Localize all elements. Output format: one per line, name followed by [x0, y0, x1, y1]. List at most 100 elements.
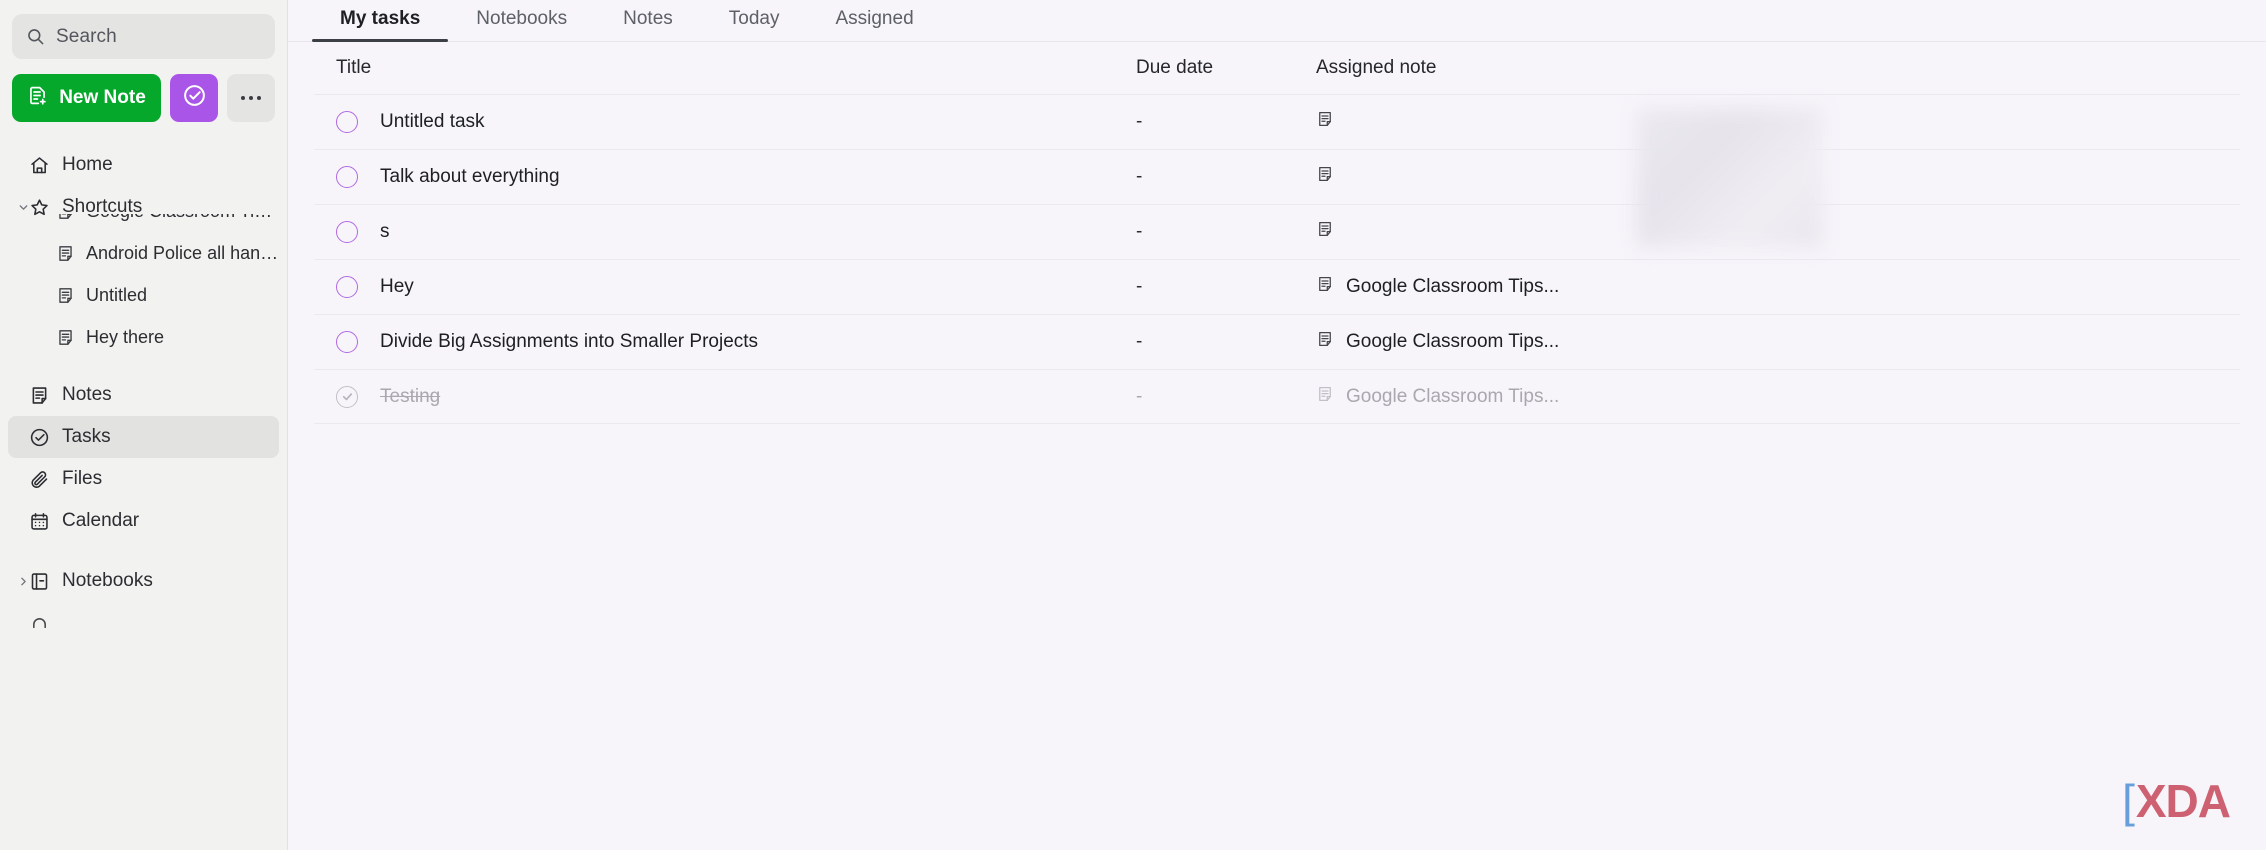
paperclip-icon [28, 469, 50, 490]
check-circle-icon [182, 83, 207, 113]
note-plus-icon [27, 85, 48, 112]
sidebar: Search New Note Home Shortcuts Android P… [0, 0, 288, 850]
sidebar-item-calendar[interactable]: Calendar [8, 500, 279, 542]
shortcut-label: Google Classroom Tips... [86, 214, 279, 222]
shortcuts-list: Google Classroom Tips... Android Police … [0, 214, 287, 374]
shortcut-item[interactable]: Untitled [8, 274, 279, 316]
partial-icon [28, 618, 50, 628]
task-title-cell: Hey [336, 276, 1136, 298]
sidebar-item-notebooks[interactable]: Notebooks [8, 560, 279, 602]
more-options-button[interactable] [227, 74, 275, 122]
task-title-cell: Divide Big Assignments into Smaller Proj… [336, 331, 1136, 353]
task-due-date: - [1136, 166, 1143, 187]
calendar-icon [28, 511, 50, 532]
shortcut-label: Android Police all hand... [86, 242, 279, 263]
note-icon [1316, 110, 1334, 134]
note-icon [54, 286, 76, 305]
task-title-cell: Untitled task [336, 111, 1136, 133]
shortcut-item[interactable]: Android Police all hand... [8, 232, 279, 274]
task-due-date: - [1136, 331, 1143, 352]
task-assigned-note [1316, 220, 2240, 244]
sidebar-item-label: Tasks [62, 426, 111, 447]
task-checkbox-icon[interactable] [336, 166, 358, 188]
task-title-cell: Testing [336, 385, 1136, 408]
note-icon [1316, 220, 1334, 244]
sidebar-item-label: Notes [62, 384, 112, 405]
app-window: Search New Note Home Shortcuts Android P… [0, 0, 2266, 850]
shortcut-item[interactable]: Hey there [8, 316, 279, 358]
table-row[interactable]: Talk about everything - [314, 149, 2240, 204]
table-header-row: Title Due date Assigned note [314, 42, 2240, 94]
sidebar-item-tasks[interactable]: Tasks [8, 416, 279, 458]
ellipsis-icon [240, 95, 262, 101]
task-assigned-note: Google Classroom Tips... [1316, 330, 2240, 354]
new-note-button[interactable]: New Note [12, 74, 161, 122]
check-circle-icon [28, 427, 50, 448]
chevron-right-icon[interactable] [16, 560, 30, 602]
sidebar-item-label: Home [62, 154, 113, 175]
note-icon [1316, 275, 1334, 299]
sidebar-item-partial[interactable] [8, 602, 279, 644]
notebook-icon [28, 571, 50, 592]
task-title: Hey [380, 276, 414, 297]
main-content: My tasks Notebooks Notes Today Assigned … [288, 0, 2266, 850]
tab-today[interactable]: Today [701, 8, 808, 41]
note-icon [54, 328, 76, 347]
tab-my-tasks[interactable]: My tasks [312, 8, 449, 42]
table-row[interactable]: Testing - Google Classroom Tips... [314, 369, 2240, 424]
table-row[interactable]: Untitled task - [314, 94, 2240, 149]
new-note-label: New Note [59, 87, 146, 108]
task-title: Divide Big Assignments into Smaller Proj… [380, 331, 759, 352]
watermark-logo: [XDA [2122, 774, 2231, 828]
sidebar-action-buttons: New Note [12, 74, 275, 122]
home-icon [28, 155, 50, 176]
task-checkbox-icon[interactable] [336, 385, 358, 408]
task-due-date: - [1136, 385, 1143, 407]
task-checkbox-icon[interactable] [336, 111, 358, 133]
task-assigned-note [1316, 110, 2240, 134]
search-icon [26, 27, 45, 46]
note-name: Google Classroom Tips... [1346, 385, 1560, 407]
note-name: Google Classroom Tips... [1346, 276, 1560, 297]
tab-notebooks[interactable]: Notebooks [448, 8, 595, 41]
tab-assigned[interactable]: Assigned [807, 8, 941, 41]
shortcut-label: Untitled [86, 284, 148, 305]
sidebar-item-notes[interactable]: Notes [8, 374, 279, 416]
tab-bar: My tasks Notebooks Notes Today Assigned [288, 0, 2266, 42]
tab-notes[interactable]: Notes [595, 8, 701, 41]
table-row[interactable]: Divide Big Assignments into Smaller Proj… [314, 314, 2240, 369]
task-checkbox-icon[interactable] [336, 331, 358, 353]
nav-divider-space [0, 542, 287, 560]
sidebar-nav: Home Shortcuts Android Police all hand..… [0, 144, 287, 644]
watermark-bracket-icon: [ [2122, 775, 2135, 827]
shortcut-item[interactable]: Google Classroom Tips... [8, 214, 279, 232]
task-due-date: - [1136, 111, 1143, 132]
note-name: Google Classroom Tips... [1346, 331, 1560, 352]
table-row[interactable]: s - [314, 204, 2240, 259]
shortcut-label: Hey there [86, 326, 165, 347]
task-title: Untitled task [380, 111, 485, 132]
column-header-title[interactable]: Title [336, 57, 1136, 79]
task-due-date: - [1136, 221, 1143, 242]
task-title: s [380, 221, 390, 242]
table-row[interactable]: Hey - Google Classroom Tips... [314, 259, 2240, 314]
task-assigned-note: Google Classroom Tips... [1316, 275, 2240, 299]
sidebar-item-label: Calendar [62, 510, 140, 531]
note-icon [1316, 385, 1334, 409]
search-placeholder: Search [56, 25, 117, 47]
task-assigned-note [1316, 165, 2240, 189]
column-header-assigned-note[interactable]: Assigned note [1316, 57, 2240, 79]
column-header-due-date[interactable]: Due date [1136, 57, 1316, 79]
note-icon [54, 244, 76, 263]
tasks-table: Title Due date Assigned note Untitled ta… [288, 42, 2266, 424]
sidebar-item-home[interactable]: Home [8, 144, 279, 186]
sidebar-item-files[interactable]: Files [8, 458, 279, 500]
search-input[interactable]: Search [12, 14, 275, 59]
sidebar-item-label: Notebooks [62, 570, 153, 591]
task-checkbox-icon[interactable] [336, 221, 358, 243]
note-icon [54, 214, 76, 221]
new-task-button[interactable] [170, 74, 218, 122]
sidebar-item-label: Files [62, 468, 103, 489]
task-checkbox-icon[interactable] [336, 276, 358, 298]
note-icon [1316, 330, 1334, 354]
